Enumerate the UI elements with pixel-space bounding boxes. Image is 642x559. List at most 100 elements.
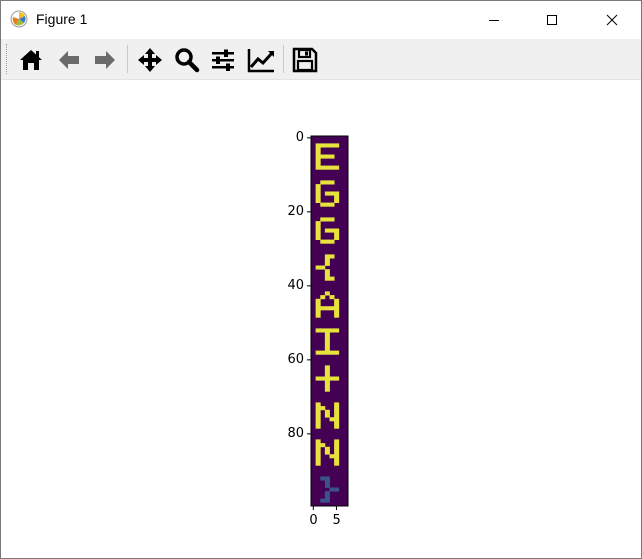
heatmap-cell	[329, 454, 335, 459]
heatmap-cell	[315, 454, 321, 459]
heatmap-cell	[334, 450, 340, 455]
heatmap-cell	[315, 147, 321, 152]
heatmap-cell	[324, 498, 330, 503]
heatmap-cell	[324, 239, 330, 244]
heatmap-cell	[324, 483, 330, 488]
toolbar-separator	[283, 45, 284, 73]
heatmap-cell	[334, 165, 340, 170]
heatmap-cell	[320, 217, 326, 222]
save-button[interactable]	[289, 44, 321, 76]
heatmap-cell	[324, 254, 330, 259]
heatmap-cell	[315, 165, 321, 170]
y-tick-label: 40	[287, 277, 304, 293]
heatmap-cell	[329, 154, 335, 159]
home-icon	[20, 50, 42, 70]
subplots-button[interactable]	[207, 44, 239, 76]
heatmap-cell	[324, 269, 330, 274]
heatmap-cell	[315, 402, 321, 407]
heatmap-cell	[334, 143, 340, 148]
figure-canvas[interactable]: 0 20 40 60 80 0 5	[1, 80, 641, 558]
heatmap-cell	[329, 276, 335, 281]
heatmap-cell	[315, 446, 321, 451]
heatmap-cell	[329, 350, 335, 355]
title-bar[interactable]: Figure 1	[1, 1, 641, 38]
y-tick-label: 80	[287, 425, 304, 441]
heatmap-cell	[334, 420, 340, 425]
heatmap-cell	[334, 228, 340, 233]
heatmap-cell	[315, 306, 321, 311]
heatmap-cell	[315, 461, 321, 466]
pan-button[interactable]	[134, 44, 166, 76]
heatmap-cell	[315, 328, 321, 333]
heatmap-cell	[315, 420, 321, 425]
heatmap-cell	[334, 350, 340, 355]
heatmap-cell	[329, 417, 335, 422]
heatmap-cell	[329, 165, 335, 170]
heatmap-cell	[334, 402, 340, 407]
home-button[interactable]	[15, 44, 47, 76]
heatmap-cell	[320, 350, 326, 355]
y-tick-label: 60	[287, 351, 304, 367]
zoom-button[interactable]	[171, 44, 203, 76]
heatmap-cell	[334, 454, 340, 459]
heatmap-cell	[329, 180, 335, 185]
heatmap-cell	[334, 443, 340, 448]
heatmap-cell	[324, 335, 330, 340]
heatmap-cell	[329, 143, 335, 148]
heatmap-cell	[315, 376, 321, 381]
forward-button[interactable]	[89, 44, 121, 76]
heatmap-cell	[334, 328, 340, 333]
heatmap-cell	[324, 350, 330, 355]
heatmap-cell	[315, 143, 321, 148]
heatmap-cell	[315, 235, 321, 240]
heatmap-cell	[324, 387, 330, 392]
heatmap-cell	[329, 306, 335, 311]
heatmap-cell	[315, 309, 321, 314]
heatmap-cell	[324, 413, 330, 418]
navigation-toolbar	[1, 39, 641, 80]
heatmap-cell	[320, 154, 326, 159]
heatmap-cell	[334, 439, 340, 444]
minimize-button[interactable]	[471, 1, 517, 38]
heatmap-cell	[324, 346, 330, 351]
heatmap-cell	[320, 265, 326, 270]
heatmap-cell	[334, 235, 340, 240]
heatmap-cell	[334, 198, 340, 203]
heatmap-cell	[315, 195, 321, 200]
window-title: Figure 1	[36, 11, 88, 27]
heatmap-cell	[324, 228, 330, 233]
heatmap-cell	[324, 332, 330, 337]
heatmap-cell	[324, 446, 330, 451]
heatmap-cell	[315, 150, 321, 155]
back-button[interactable]	[53, 44, 85, 76]
figure-window: Figure 1 0 20 40 60 80 0 5	[0, 0, 642, 559]
y-tick-label: 0	[295, 129, 304, 145]
heatmap-cell	[315, 191, 321, 196]
heatmap-cell	[329, 191, 335, 196]
heatmap-cell	[334, 446, 340, 451]
heatmap-cell	[334, 409, 340, 414]
heatmap-cell	[334, 298, 340, 303]
maximize-button[interactable]	[529, 1, 575, 38]
toolbar-grip[interactable]	[6, 44, 9, 74]
heatmap-cell	[320, 239, 326, 244]
heatmap-cell	[324, 339, 330, 344]
x-tick-label: 5	[332, 513, 341, 528]
heatmap-cell	[324, 272, 330, 277]
heatmap-cell	[334, 309, 340, 314]
heatmap-cell	[329, 487, 335, 492]
heatmap-cell	[315, 298, 321, 303]
heatmap-cell	[324, 369, 330, 374]
heatmap-cell	[334, 461, 340, 466]
close-button[interactable]	[589, 1, 635, 38]
heatmap-cell	[334, 424, 340, 429]
heatmap-cell	[324, 258, 330, 263]
heatmap-cell	[334, 406, 340, 411]
edit-axes-button[interactable]	[245, 44, 277, 76]
heatmap-plot[interactable]	[1, 80, 641, 558]
heatmap-cell	[334, 457, 340, 462]
heatmap-cell	[324, 480, 330, 485]
zoom-magnifier-icon	[175, 48, 200, 73]
heatmap-cell	[334, 302, 340, 307]
heatmap-cell	[315, 265, 321, 270]
